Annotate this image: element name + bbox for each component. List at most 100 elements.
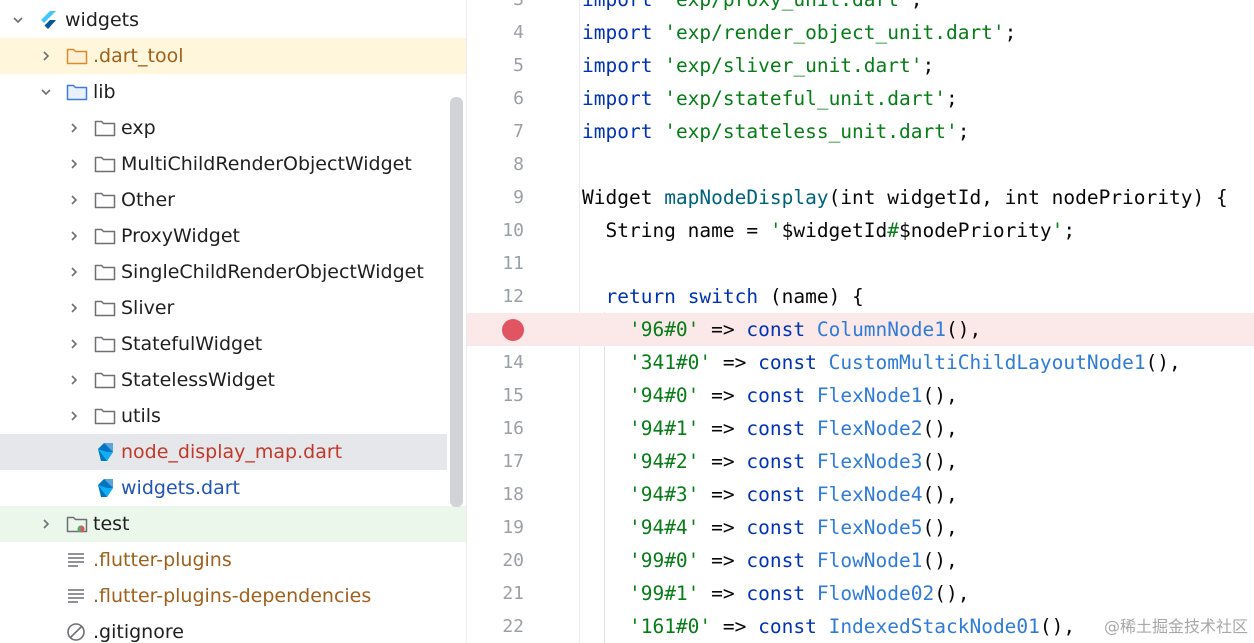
- code-token: (),: [945, 318, 982, 341]
- chevron-right-icon[interactable]: [66, 290, 82, 326]
- code-line[interactable]: 20 '99#0' => const FlowNode1(),: [467, 544, 1254, 577]
- code-token: 'exp/render_object_unit.dart': [664, 21, 1005, 44]
- code-token: ;: [1063, 219, 1076, 242]
- chevron-right-icon[interactable]: [66, 254, 82, 290]
- tree-item-gitignore[interactable]: .gitignore: [0, 614, 466, 643]
- code-text: '94#2' => const FlexNode3(),: [582, 445, 958, 478]
- code-token: (),: [1039, 615, 1076, 638]
- code-line[interactable]: 12 return switch (name) {: [467, 280, 1254, 313]
- code-line[interactable]: 4 import 'exp/render_object_unit.dart';: [467, 16, 1254, 49]
- tree-item-multichildrenderobjectwidget[interactable]: MultiChildRenderObjectWidget: [0, 146, 466, 182]
- chevron-right-icon[interactable]: [38, 38, 54, 74]
- line-number: 22: [502, 616, 524, 637]
- code-line[interactable]: 5 import 'exp/sliver_unit.dart';: [467, 49, 1254, 82]
- code-line[interactable]: 17 '94#2' => const FlexNode3(),: [467, 445, 1254, 478]
- code-token: import: [582, 0, 652, 11]
- tree-item-label: Sliver: [121, 297, 175, 319]
- code-token: const: [758, 615, 817, 638]
- code-token: =>: [699, 384, 747, 407]
- chevron-right-icon[interactable]: [38, 506, 54, 542]
- watermark: @稀土掘金技术社区: [1103, 617, 1248, 636]
- chevron-right-icon[interactable]: [66, 398, 82, 434]
- tree-item-other[interactable]: Other: [0, 182, 466, 218]
- tree-item-utils[interactable]: utils: [0, 398, 466, 434]
- line-number: 10: [502, 220, 524, 241]
- chevron-right-icon[interactable]: [66, 362, 82, 398]
- code-text: '94#1' => const FlexNode2(),: [582, 412, 958, 445]
- code-line[interactable]: 11: [467, 247, 1254, 280]
- chevron-down-icon[interactable]: [38, 74, 54, 110]
- tree-item-statefulwidget[interactable]: StatefulWidget: [0, 326, 466, 362]
- flutter-icon: [38, 10, 60, 30]
- code-token: FlexNode5: [816, 516, 923, 539]
- code-line[interactable]: 18 '94#3' => const FlexNode4(),: [467, 478, 1254, 511]
- code-token: '94#3': [628, 483, 700, 506]
- tree-item-proxywidget[interactable]: ProxyWidget: [0, 218, 466, 254]
- code-token: (),: [934, 582, 970, 605]
- tree-item-exp[interactable]: exp: [0, 110, 466, 146]
- code-token: (name) {: [758, 285, 864, 308]
- tree-item-lib[interactable]: lib: [0, 74, 466, 110]
- folder-icon: [94, 154, 116, 174]
- code-line[interactable]: 3 import 'exp/proxy_unit.dart';: [467, 0, 1254, 16]
- chevron-right-icon[interactable]: [66, 146, 82, 182]
- code-token: =>: [699, 516, 747, 539]
- code-token: (),: [1145, 351, 1181, 374]
- tree-item-label: StatelessWidget: [121, 369, 275, 391]
- code-token: =>: [699, 549, 747, 572]
- code-token: switch: [687, 285, 759, 308]
- code-token: return: [605, 285, 676, 308]
- code-token: const: [746, 417, 806, 440]
- code-line[interactable]: 6 import 'exp/stateful_unit.dart';: [467, 82, 1254, 115]
- code-line[interactable]: 15 '94#0' => const FlexNode1(),: [467, 379, 1254, 412]
- tree-item-test[interactable]: test: [0, 506, 466, 542]
- chevron-right-icon[interactable]: [66, 218, 82, 254]
- tree-item-widgets-dart[interactable]: widgets.dart: [0, 470, 466, 506]
- breakpoint-icon[interactable]: [502, 319, 524, 341]
- code-line[interactable]: 16 '94#1' => const FlexNode2(),: [467, 412, 1254, 445]
- chevron-right-icon[interactable]: [66, 326, 82, 362]
- tree-item-singlechildrenderobjectwidget[interactable]: SingleChildRenderObjectWidget: [0, 254, 466, 290]
- code-line[interactable]: 21 '99#1' => const FlowNode02(),: [467, 577, 1254, 610]
- chevron-right-icon[interactable]: [66, 182, 82, 218]
- code-token: ;: [922, 54, 935, 77]
- code-token: =>: [699, 417, 747, 440]
- code-editor[interactable]: 3 import 'exp/proxy_unit.dart'; 4 import 'e…: [467, 0, 1254, 643]
- tree-item-sliver[interactable]: Sliver: [0, 290, 466, 326]
- line-number: 9: [513, 187, 524, 208]
- line-number: 15: [502, 385, 524, 406]
- chevron-right-icon[interactable]: [66, 110, 82, 146]
- folder-icon: [94, 226, 116, 246]
- project-tree-scrollbar[interactable]: [450, 97, 463, 507]
- tree-item-flutter-plugins-dependencies[interactable]: .flutter-plugins-dependencies: [0, 578, 466, 614]
- code-line[interactable]: 19 '94#4' => const FlexNode5(),: [467, 511, 1254, 544]
- code-text: import 'exp/render_object_unit.dart';: [582, 16, 1016, 49]
- tree-item-label: widgets.dart: [121, 477, 240, 499]
- code-token: =>: [711, 351, 759, 374]
- folder-icon: [94, 406, 116, 426]
- folder-icon: [94, 190, 116, 210]
- chevron-down-icon[interactable]: [10, 2, 26, 38]
- tree-item-statelesswidget[interactable]: StatelessWidget: [0, 362, 466, 398]
- code-token: '99#1': [628, 582, 700, 605]
- code-token: (),: [922, 417, 958, 440]
- tree-item-widgets[interactable]: widgets: [0, 2, 466, 38]
- code-token: '161#0': [628, 615, 712, 638]
- code-line[interactable]: 14 '341#0' => const CustomMultiChildLayo…: [467, 346, 1254, 379]
- code-line[interactable]: 8: [467, 148, 1254, 181]
- code-line[interactable]: '96#0' => const ColumnNode1(),: [467, 313, 1254, 346]
- code-token: FlowNode1: [816, 549, 923, 572]
- tree-item-label: utils: [121, 405, 161, 427]
- code-line[interactable]: 10 String name = '$widgetId#$nodePriorit…: [467, 214, 1254, 247]
- tree-item-dart-tool[interactable]: .dart_tool: [0, 38, 466, 74]
- code-text: return switch (name) {: [582, 280, 864, 313]
- code-line[interactable]: 7 import 'exp/stateless_unit.dart';: [467, 115, 1254, 148]
- code-line[interactable]: 9 Widget mapNodeDisplay(int widgetId, int…: [467, 181, 1254, 214]
- tree-item-flutter-plugins[interactable]: .flutter-plugins: [0, 542, 466, 578]
- tree-item-node-display-map-dart[interactable]: node_display_map.dart: [0, 434, 447, 470]
